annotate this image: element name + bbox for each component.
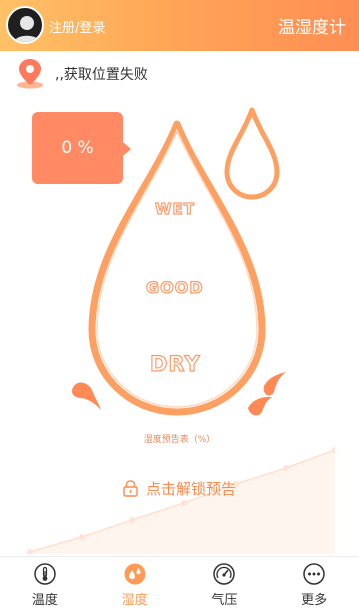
- tab-pressure[interactable]: 气压: [180, 557, 270, 614]
- unlock-forecast-label: 点击解锁预告: [145, 480, 236, 498]
- tab-more[interactable]: 更多: [269, 557, 359, 614]
- humidity-percent-badge: 0 %: [32, 112, 131, 184]
- tab-humidity[interactable]: 湿度: [90, 557, 180, 614]
- more-icon: [303, 563, 325, 585]
- tab-humidity-label: 湿度: [121, 593, 148, 608]
- label-good: GOOD: [145, 277, 204, 297]
- gauge-icon: [213, 563, 236, 585]
- forecast-caption: 湿度预告表（%）: [143, 435, 216, 445]
- tab-temperature[interactable]: 温度: [0, 557, 90, 614]
- splash-right-lower: [248, 396, 272, 416]
- unlock-forecast-button[interactable]: 点击解锁预告: [0, 478, 359, 499]
- tab-pressure-label: 气压: [211, 593, 238, 608]
- droplets-icon: [124, 563, 146, 585]
- tab-temperature-label: 温度: [31, 593, 58, 608]
- splash-left: [72, 382, 101, 410]
- lock-icon: [123, 480, 138, 497]
- forecast-chart-area: [27, 447, 335, 554]
- tab-more-label: 更多: [301, 593, 328, 608]
- bottom-tab-bar: 温度 湿度 气压 更多: [0, 556, 359, 614]
- small-drop-outline: [224, 107, 280, 200]
- label-wet: WET: [154, 199, 196, 218]
- thermometer-icon: [34, 563, 56, 585]
- label-dry: DRY: [149, 351, 201, 376]
- splash-right-upper: [263, 372, 286, 396]
